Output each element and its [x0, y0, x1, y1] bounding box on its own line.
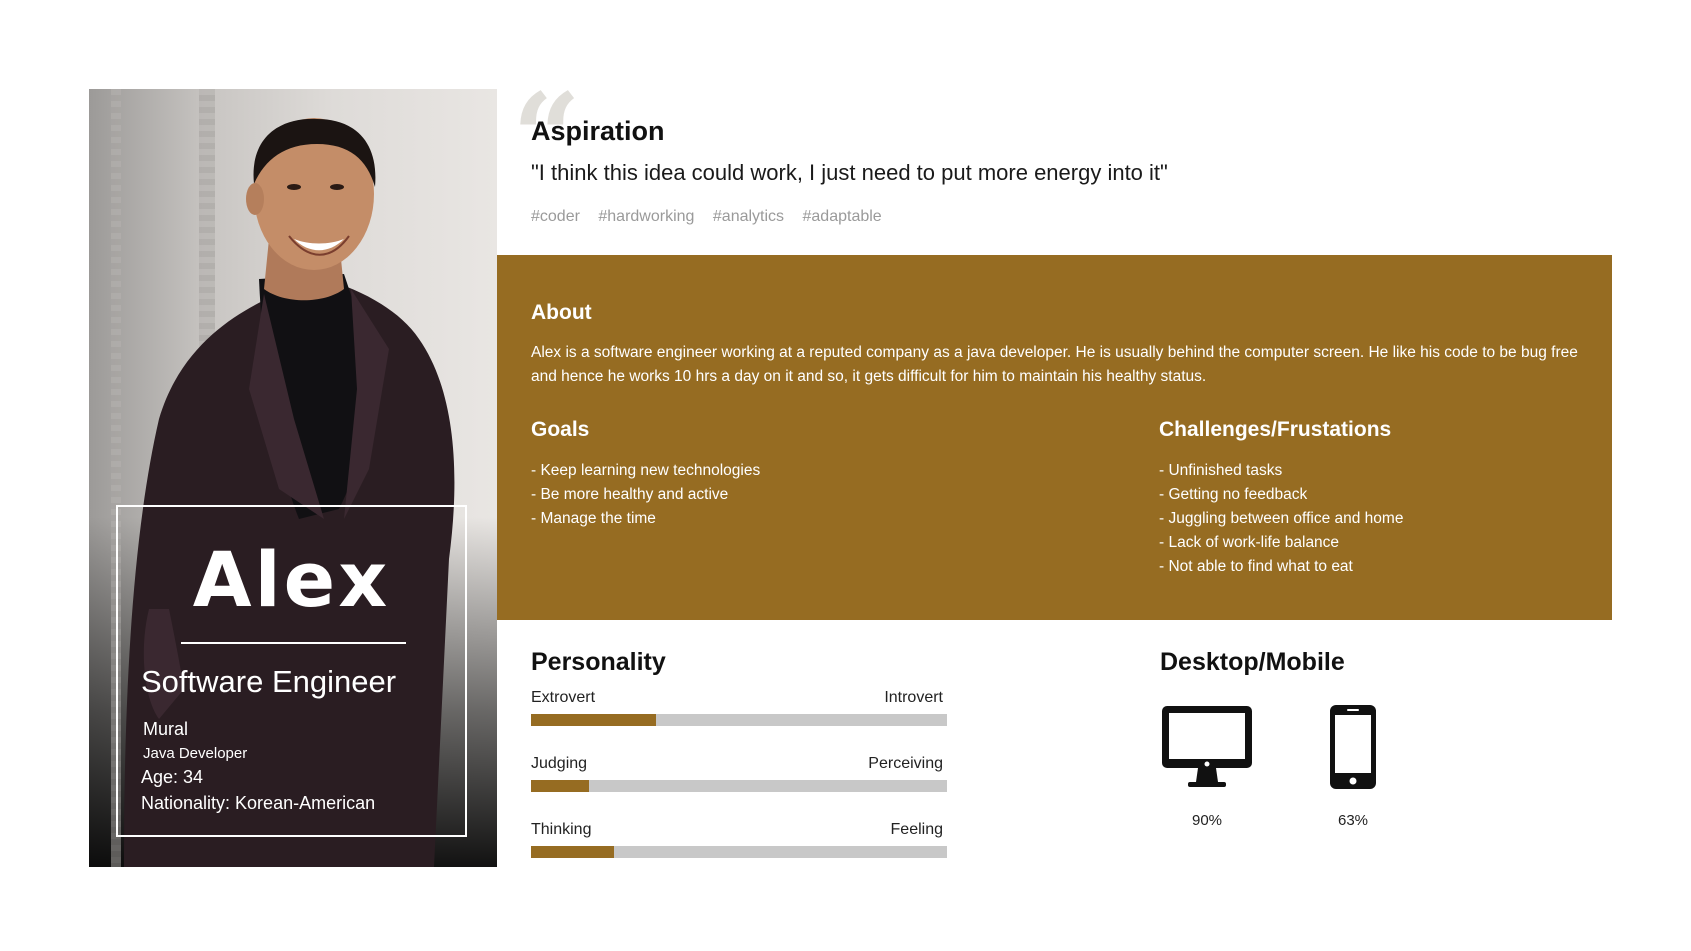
trait-judging-perceiving: Judging Perceiving: [531, 755, 947, 799]
trait-track: [531, 846, 947, 858]
tag-list: #coder #hardworking #analytics #adaptabl…: [531, 208, 896, 226]
challenges-list: - Unfinished tasks - Getting no feedback…: [1159, 459, 1403, 579]
persona-position: Java Developer: [143, 745, 248, 762]
list-item: - Juggling between office and home: [1159, 510, 1404, 527]
about-title: About: [531, 301, 592, 324]
tag: #adaptable: [802, 208, 882, 225]
trait-fill: [531, 714, 656, 726]
desktop-percent: 90%: [1191, 812, 1223, 829]
persona-nationality: Nationality: Korean-American: [141, 793, 376, 813]
trait-left-label: Judging: [531, 755, 588, 772]
tag: #hardworking: [598, 208, 695, 225]
trait-fill: [531, 780, 590, 792]
persona-company: Mural: [143, 719, 189, 739]
tag: #analytics: [712, 208, 785, 225]
aspiration-title: Aspiration: [531, 116, 665, 146]
persona-age: Age: 34: [141, 767, 204, 787]
mobile-phone-icon: [1330, 705, 1376, 789]
challenges-title: Challenges/Frustations: [1159, 418, 1392, 441]
trait-track: [531, 714, 947, 726]
trait-thinking-feeling: Thinking Feeling: [531, 821, 947, 865]
mobile-percent: 63%: [1337, 812, 1369, 829]
trait-extrovert-introvert: Extrovert Introvert: [531, 689, 947, 733]
list-item: - Lack of work-life balance: [1159, 534, 1340, 551]
divider: [181, 642, 406, 644]
goals-list: - Keep learning new technologies - Be mo…: [531, 459, 760, 531]
trait-right-label: Introvert: [884, 689, 943, 706]
trait-fill: [531, 846, 615, 858]
persona-role: Software Engineer: [141, 664, 397, 699]
devices-title: Desktop/Mobile: [1160, 648, 1345, 676]
list-item: - Be more healthy and active: [531, 486, 729, 503]
aspiration-quote: "I think this idea could work, I just ne…: [531, 160, 1168, 185]
trait-left-label: Extrovert: [531, 689, 596, 706]
desktop-monitor-icon: [1162, 706, 1252, 787]
list-item: - Keep learning new technologies: [531, 462, 761, 479]
list-item: - Getting no feedback: [1159, 486, 1308, 503]
goals-title: Goals: [531, 418, 590, 441]
about-text: Alex is a software engineer working at a…: [531, 344, 1578, 385]
trait-right-label: Feeling: [890, 821, 943, 838]
personality-title: Personality: [531, 648, 666, 676]
persona-name-box: Alex Software Engineer Mural Java Develo…: [116, 505, 467, 837]
list-item: - Manage the time: [531, 510, 656, 527]
persona-name: Alex: [192, 535, 391, 624]
list-item: - Not able to find what to eat: [1159, 558, 1353, 575]
about-section: About Alex is a software engineer workin…: [497, 255, 1612, 620]
persona-photo-card: Alex Software Engineer Mural Java Develo…: [89, 89, 497, 867]
trait-left-label: Thinking: [531, 821, 592, 838]
tag: #coder: [531, 208, 580, 225]
trait-right-label: Perceiving: [868, 755, 943, 772]
trait-track: [531, 780, 947, 792]
list-item: - Unfinished tasks: [1159, 462, 1283, 479]
